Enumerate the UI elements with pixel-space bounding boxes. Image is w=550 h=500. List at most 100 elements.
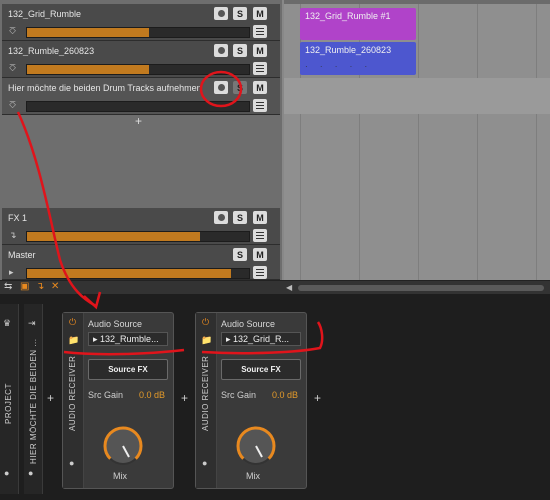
track-menu-button[interactable] <box>253 62 267 75</box>
settings-icon[interactable]: ● <box>202 458 207 468</box>
mute-button[interactable]: M <box>253 7 267 20</box>
src-gain-value[interactable]: 0.0 dB <box>139 390 165 400</box>
solo-button[interactable]: S <box>233 211 247 224</box>
solo-button[interactable]: S <box>233 81 247 94</box>
mute-button[interactable]: M <box>253 81 267 94</box>
add-device-button[interactable]: + <box>181 391 188 405</box>
record-dot-icon <box>217 47 225 54</box>
project-strip[interactable]: ♛ PROJECT ● <box>0 304 19 494</box>
close-icon[interactable]: ✕ <box>51 281 59 292</box>
mute-button[interactable]: M <box>253 248 267 261</box>
track-menu-button[interactable] <box>253 99 267 112</box>
clip-name: 132_Grid_Rumble #1 <box>305 11 391 21</box>
settings-icon[interactable]: ● <box>69 458 74 468</box>
track-list: 132_Grid_Rumble S M ⎏ 132_Rumble_260823 … <box>0 0 282 280</box>
src-gain-label: Src Gain <box>88 390 124 400</box>
record-dot-icon <box>217 10 225 17</box>
record-arm-button[interactable] <box>214 44 228 57</box>
track-name[interactable]: Master <box>8 250 203 260</box>
instrument-icon: ⎏ <box>9 26 17 36</box>
solo-button[interactable]: S <box>233 248 247 261</box>
device-panel-toolbar: ⇆ ▣ ↴ ✕ <box>0 280 550 294</box>
clip[interactable]: 132_Grid_Rumble #1 <box>300 8 416 40</box>
device-chain: ♛ PROJECT ● ⇥ HIER MÖCHTE DIE BEIDEN ...… <box>0 294 550 500</box>
track-menu-button[interactable] <box>253 229 267 242</box>
track-label: HIER MÖCHTE DIE BEIDEN ... <box>29 338 38 464</box>
track-name[interactable]: Hier möchte die beiden Drum Tracks aufne… <box>8 83 208 93</box>
record-arm-button[interactable] <box>214 7 228 20</box>
power-icon[interactable]: ⏻ <box>202 317 209 328</box>
track-name[interactable]: 132_Grid_Rumble <box>8 9 203 19</box>
track-menu-button[interactable] <box>253 25 267 38</box>
meter-fill <box>27 65 150 74</box>
audio-source-value: 132_Grid_R... <box>233 334 290 344</box>
power-icon[interactable]: ⏻ <box>69 317 76 328</box>
src-gain-label: Src Gain <box>221 390 257 400</box>
add-device-button[interactable]: + <box>314 391 321 405</box>
mix-label: Mix <box>113 471 127 481</box>
folder-icon[interactable]: 📁 <box>68 335 79 346</box>
arranger-timeline[interactable]: 132_Grid_Rumble #1 132_Rumble_260823 · ·… <box>284 0 550 280</box>
volume-meter[interactable] <box>26 64 250 75</box>
mix-label: Mix <box>246 471 260 481</box>
source-fx-button[interactable]: Source FX <box>221 359 301 380</box>
src-gain-value[interactable]: 0.0 dB <box>272 390 298 400</box>
record-arm-button[interactable] <box>214 211 228 224</box>
add-device-button[interactable]: + <box>47 391 54 405</box>
audio-receiver-device[interactable]: ⏻ 📁 AUDIO RECEIVER ● Audio Source ▸ 132_… <box>62 312 174 489</box>
clip[interactable]: 132_Rumble_260823 · · · · · <box>300 42 416 75</box>
audio-source-label: Audio Source <box>88 319 143 329</box>
track-row[interactable]: 132_Rumble_260823 S M ⎏ <box>2 41 280 78</box>
instrument-icon: ⎏ <box>9 63 17 73</box>
source-fx-button[interactable]: Source FX <box>88 359 168 380</box>
track-row-selected[interactable]: Hier möchte die beiden Drum Tracks aufne… <box>2 78 280 115</box>
arrange-view: 132_Grid_Rumble S M ⎏ 132_Rumble_260823 … <box>0 0 550 280</box>
track-strip[interactable]: ⇥ HIER MÖCHTE DIE BEIDEN ... ● <box>24 304 43 494</box>
track-icon: ⇥ <box>28 318 36 328</box>
solo-button[interactable]: S <box>233 7 247 20</box>
power-icon[interactable]: ● <box>28 468 33 478</box>
track-name[interactable]: FX 1 <box>8 213 203 223</box>
clip-name: 132_Rumble_260823 <box>305 45 392 55</box>
routing-icon[interactable]: ↴ <box>36 281 44 292</box>
audio-source-select[interactable]: ▸ 132_Grid_R... <box>221 332 301 346</box>
device-type-label: AUDIO RECEIVER <box>68 355 77 431</box>
meter-fill <box>27 232 201 241</box>
audio-source-select[interactable]: ▸ 132_Rumble... <box>88 332 168 346</box>
mute-button[interactable]: M <box>253 44 267 57</box>
volume-meter[interactable] <box>26 231 250 242</box>
mute-button[interactable]: M <box>253 211 267 224</box>
power-icon[interactable]: ● <box>4 468 9 478</box>
record-dot-icon <box>217 84 225 91</box>
device-sidebar: ⏻ 📁 AUDIO RECEIVER ● <box>63 313 84 488</box>
folder-icon[interactable]: 📁 <box>201 335 212 346</box>
track-name[interactable]: 132_Rumble_260823 <box>8 46 203 56</box>
track-row-master[interactable]: Master S M ▸ <box>2 245 280 280</box>
volume-meter[interactable] <box>26 27 250 38</box>
timeline-ruler[interactable] <box>284 0 550 4</box>
project-label: PROJECT <box>4 383 13 424</box>
solo-button[interactable]: S <box>233 44 247 57</box>
audio-receiver-device[interactable]: ⏻ 📁 AUDIO RECEIVER ● Audio Source ▸ 132_… <box>195 312 307 489</box>
mix-knob[interactable] <box>100 423 146 469</box>
volume-meter[interactable] <box>26 268 250 279</box>
master-icon: ▸ <box>9 267 14 277</box>
device-view-icon[interactable]: ▣ <box>20 281 29 292</box>
volume-meter[interactable] <box>26 101 250 112</box>
meter-fill <box>27 269 232 278</box>
fx-return-icon: ↴ <box>9 230 17 240</box>
track-row[interactable]: FX 1 S M ↴ <box>2 208 280 245</box>
mix-knob[interactable] <box>233 423 279 469</box>
track-menu-button[interactable] <box>253 266 267 279</box>
add-track-button[interactable]: + <box>135 114 142 128</box>
audio-source-label: Audio Source <box>221 319 276 329</box>
record-arm-button[interactable] <box>214 81 228 94</box>
device-type-label: AUDIO RECEIVER <box>201 355 210 431</box>
instrument-icon: ⎏ <box>9 100 17 110</box>
track-row[interactable]: 132_Grid_Rumble S M ⎏ <box>2 4 280 41</box>
swap-icon[interactable]: ⇆ <box>4 281 12 292</box>
empty-lane[interactable] <box>284 78 550 114</box>
audio-source-value: 132_Rumble... <box>100 334 159 344</box>
crown-icon: ♛ <box>3 318 12 328</box>
device-sidebar: ⏻ 📁 AUDIO RECEIVER ● <box>196 313 217 488</box>
